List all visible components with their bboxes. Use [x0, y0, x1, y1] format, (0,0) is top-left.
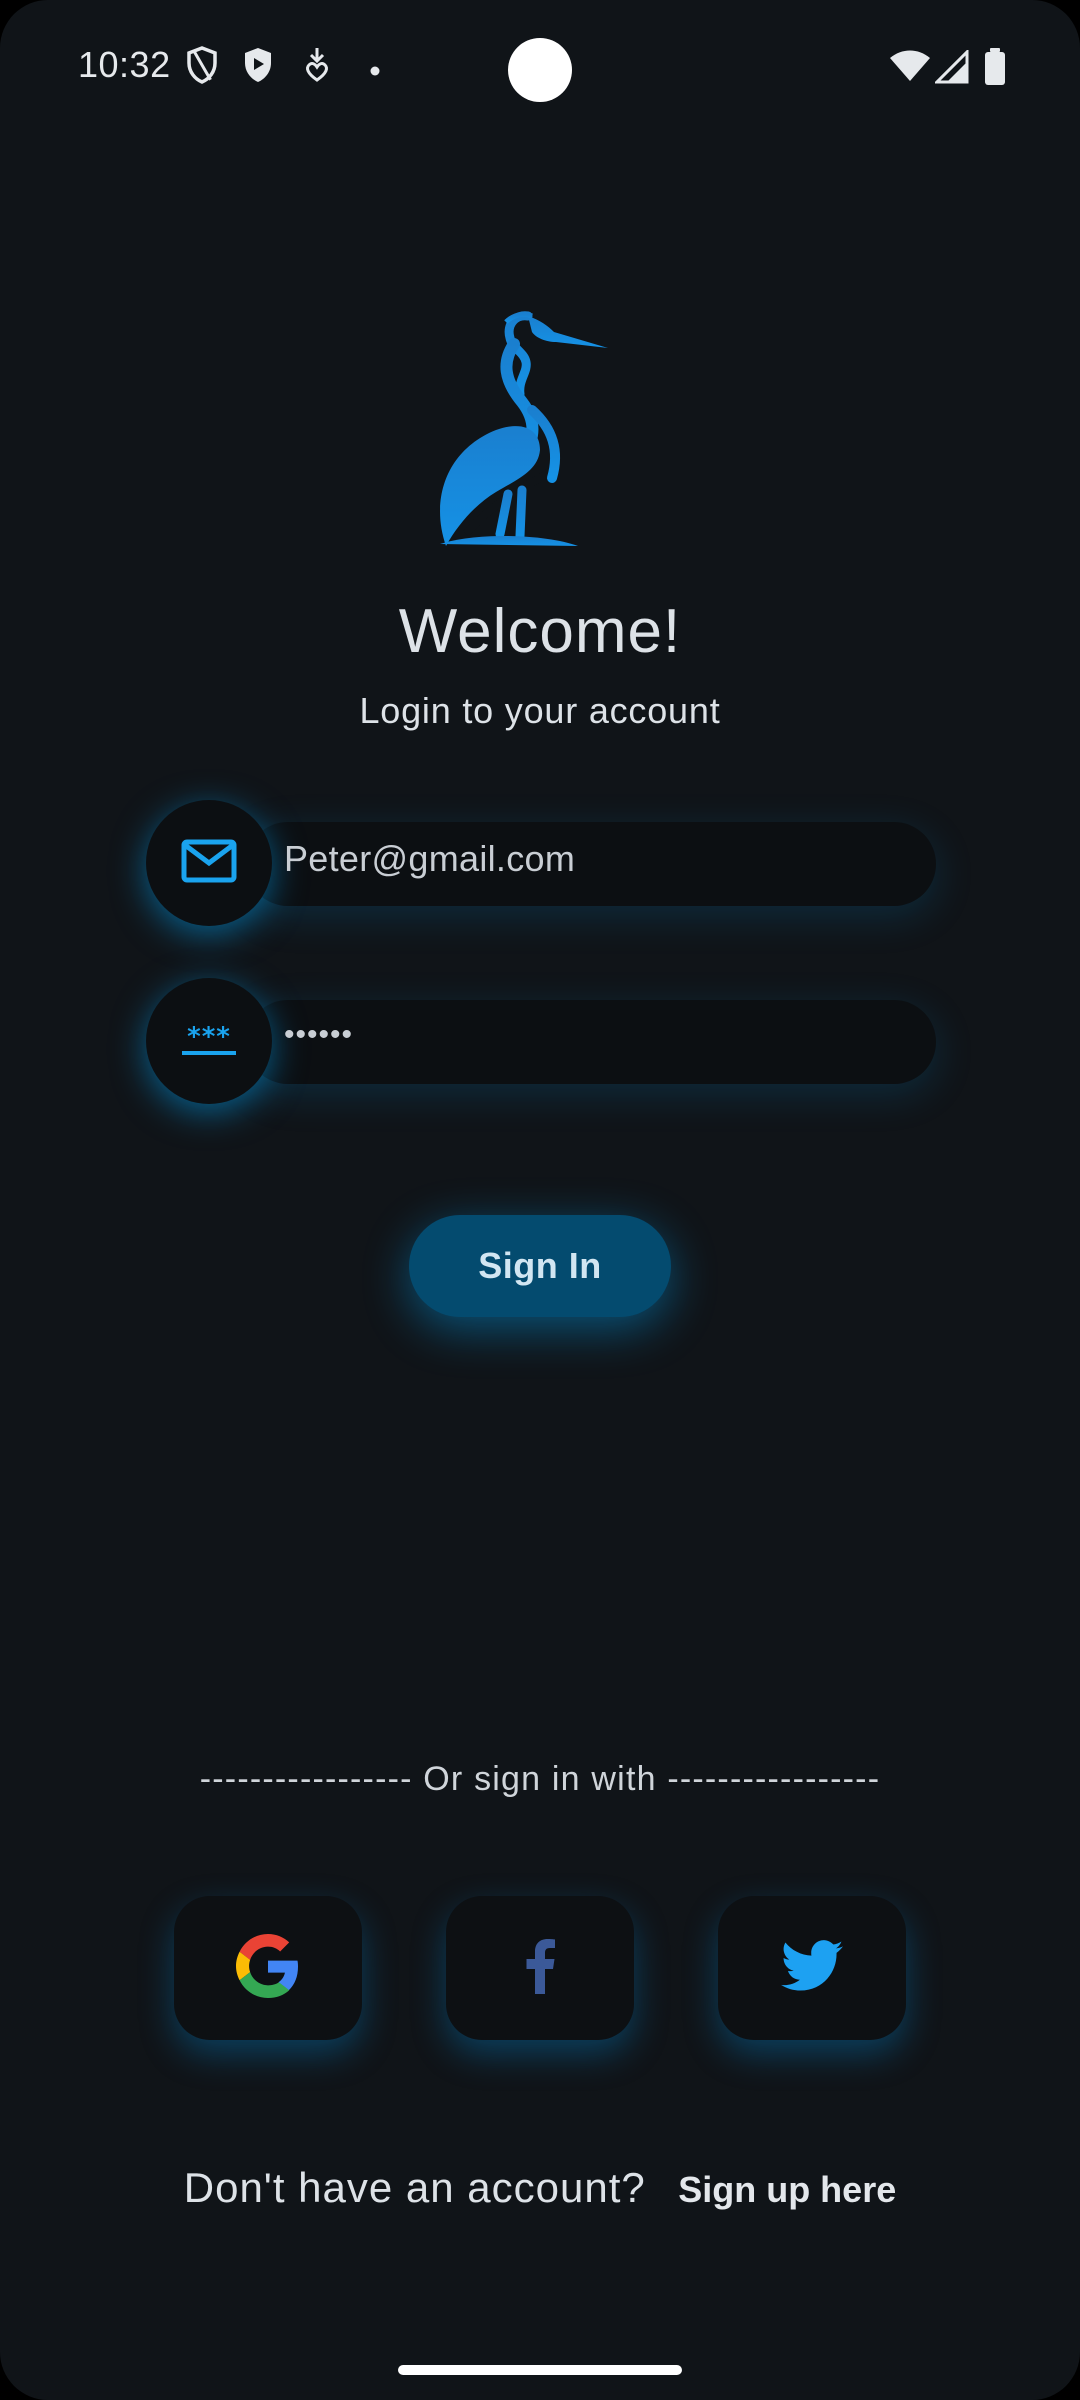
status-bar: 10:32 — [0, 0, 1080, 130]
heron-logo — [436, 310, 616, 546]
page-subtitle: Login to your account — [359, 690, 721, 731]
login-screen: 10:32 Welcome! Login to your account Pet… — [0, 0, 1080, 2400]
password-icon: *** — [180, 1021, 238, 1062]
dot-icon — [370, 63, 380, 81]
wifi-icon — [890, 50, 930, 87]
email-input[interactable]: Peter@gmail.com — [284, 838, 575, 880]
camera-cutout — [508, 38, 572, 102]
sign-up-question: Don't have an account? — [183, 2164, 646, 2211]
download-heart-icon — [302, 46, 332, 89]
shield-outline-icon — [186, 46, 218, 89]
google-icon — [236, 1933, 300, 2003]
password-field[interactable]: *** •••••• — [146, 978, 936, 1104]
shield-play-icon — [242, 46, 274, 89]
google-sign-in-button[interactable] — [174, 1896, 362, 2040]
home-indicator[interactable] — [398, 2365, 682, 2375]
email-field[interactable]: Peter@gmail.com — [146, 800, 936, 926]
twitter-icon — [781, 1939, 843, 1997]
mail-icon — [181, 839, 237, 888]
facebook-sign-in-button[interactable] — [446, 1896, 634, 2040]
social-divider: ----------------- Or sign in with ------… — [199, 1760, 881, 1798]
sign-in-button[interactable]: Sign In — [409, 1215, 671, 1317]
email-icon-badge — [146, 800, 272, 926]
page-title: Welcome! — [398, 597, 682, 666]
password-icon-badge: *** — [146, 978, 272, 1104]
status-time: 10:32 — [78, 44, 171, 85]
svg-text:***: *** — [187, 1022, 231, 1052]
battery-icon — [984, 48, 1006, 91]
facebook-icon — [523, 1938, 557, 1999]
password-input[interactable]: •••••• — [284, 1018, 353, 1052]
twitter-sign-in-button[interactable] — [718, 1896, 906, 2040]
sign-up-link[interactable]: Sign up here — [678, 2169, 896, 2210]
signal-icon — [933, 48, 969, 89]
sign-up-prompt: Don't have an account? Sign up here — [0, 2164, 1080, 2212]
